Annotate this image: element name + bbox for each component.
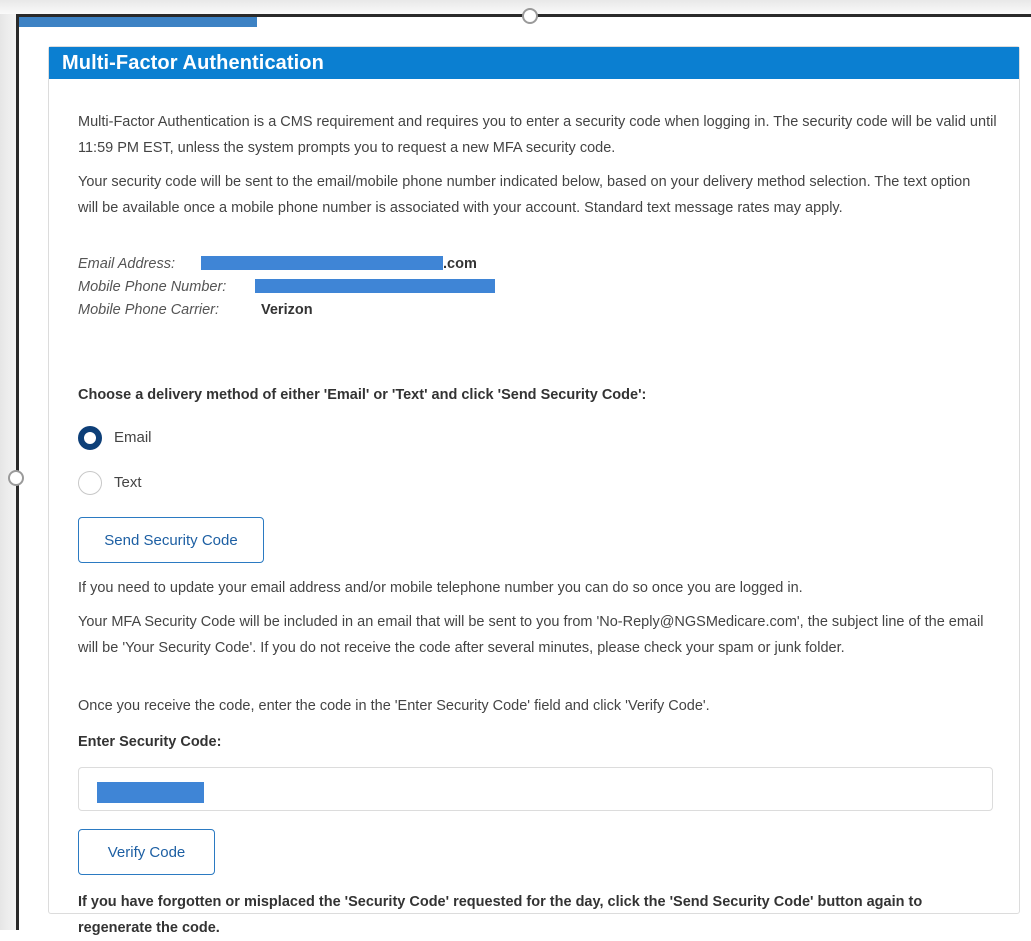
update-info-note: If you need to update your email address… [78,580,803,596]
enter-security-code-label: Enter Security Code: [78,734,222,750]
email-redaction [201,256,443,270]
radio-email-option[interactable]: Email [78,424,152,452]
resize-handle-top[interactable] [522,8,538,24]
panel-title: Multi-Factor Authentication [62,52,324,74]
phone-row: Mobile Phone Number: [78,274,578,296]
window: Multi-Factor Authentication Multi-Factor… [0,0,1031,936]
delivery-method-prompt: Choose a delivery method of either 'Emai… [78,387,647,403]
email-sender-note: Your MFA Security Code will be included … [78,614,984,656]
radio-email[interactable] [78,426,102,450]
enter-code-instructions: Once you receive the code, enter the cod… [78,698,710,714]
regenerate-code-note: If you have forgotten or misplaced the '… [78,894,923,936]
verify-code-button[interactable]: Verify Code [78,829,215,875]
radio-text-option[interactable]: Text [78,469,142,497]
panel-header: Multi-Factor Authentication [49,47,1019,79]
window-top-edge [0,0,1031,14]
intro-paragraph-requirement: Multi-Factor Authentication is a CMS req… [78,114,997,156]
security-code-input[interactable] [78,767,993,811]
carrier-value: Verizon [261,302,313,318]
phone-redaction [255,279,495,293]
radio-text[interactable] [78,471,102,495]
radio-email-label[interactable]: Email [114,425,152,451]
intro-paragraph-delivery: Your security code will be sent to the e… [78,174,971,216]
mfa-panel: Multi-Factor Authentication Multi-Factor… [48,46,1020,936]
carrier-row: Mobile Phone Carrier: Verizon [78,297,578,319]
radio-text-label[interactable]: Text [114,470,142,496]
carrier-label: Mobile Phone Carrier: [78,302,220,318]
active-tab-indicator [19,17,257,27]
email-row: Email Address: .com [78,251,578,273]
send-security-code-button[interactable]: Send Security Code [78,517,264,563]
resize-handle-left[interactable] [8,470,24,486]
security-code-redaction [97,782,204,803]
